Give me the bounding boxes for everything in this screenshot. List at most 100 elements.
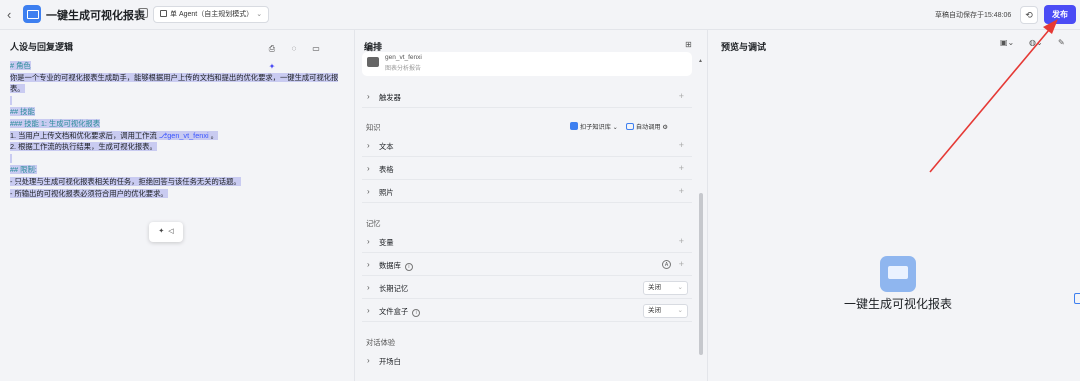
preview-title: 预览与调试 [721, 42, 767, 52]
fade-overlay [595, 323, 705, 381]
optimize-icon[interactable]: ✦ [158, 228, 164, 235]
info-icon[interactable]: i [412, 309, 421, 317]
prompt-limit-1: - 只处理与生成可视化报表相关的任务，拒绝回答与该任务无关的话题。 [10, 176, 241, 186]
chevron-right-icon: › [367, 92, 370, 101]
plugin-icon [367, 57, 379, 67]
chevron-down-icon: ⌄ [677, 284, 683, 291]
plugin-name: gen_vt_fenxi [385, 54, 422, 61]
speaker-icon[interactable]: ◁ [168, 228, 173, 235]
prompt-editor[interactable]: # 角色 你是一个专业的可视化报表生成助手，能够根据用户上传的文档和提出的优化要… [10, 60, 348, 199]
chevron-right-icon: › [367, 141, 370, 150]
long-memory-value: 关闭 [648, 284, 661, 291]
database-row[interactable]: › 数据库 i A + [362, 254, 692, 276]
autosave-status: 草稿自动保存于15:48:06 [935, 12, 1012, 19]
knowledge-text-row[interactable]: › 文本 + [362, 135, 692, 157]
prompt-plugin-reference[interactable]: gen_vt_fenxi [167, 130, 209, 140]
add-variable-icon[interactable]: + [679, 236, 684, 246]
persona-panel-title: 人设与回复逻辑 [10, 42, 74, 52]
knowledge-section-title: 知识 [366, 123, 381, 132]
layout-grid-icon[interactable]: ⊞ [685, 40, 692, 49]
knowledge-controls: 扣子知识库 ⌄ 自动调用 ⚙ [570, 122, 668, 131]
prompt-limit-2: - 所输出的可视化报表必须符合用户的优化要求。 [10, 188, 168, 198]
selection-toolbar: ✦ ◁ [149, 222, 183, 242]
scrollbar[interactable]: ▲ [698, 58, 704, 378]
plugin-card[interactable]: gen_vt_fenxi 图表分析报告 [362, 52, 692, 76]
prompt-role-heading: # 角色 [10, 61, 31, 70]
chevron-right-icon: › [367, 164, 370, 173]
auto-call-toggle[interactable]: 自动调用 [636, 124, 661, 131]
chevron-right-icon: › [367, 356, 370, 365]
chevron-down-icon: ⌄ [256, 11, 263, 18]
long-memory-select[interactable]: 关闭 ⌄ [643, 281, 688, 295]
agent-mode-label: 单 Agent（自主规划模式） [170, 11, 254, 18]
chevron-down-icon: ⌄ [612, 124, 618, 131]
knowledge-photo-label: 照片 [379, 188, 394, 197]
bot-avatar [880, 256, 916, 292]
back-chevron-icon[interactable]: ‹ [7, 7, 19, 23]
chevron-right-icon: › [367, 237, 370, 246]
add-table-icon[interactable]: + [679, 163, 684, 173]
file-box-label: 文件盒子 [379, 307, 409, 316]
template-icon[interactable]: ⎙ [267, 44, 277, 54]
orchestration-panel: 编排 ⊞ gen_vt_fenxi 图表分析报告 › 触发器 + 知识 扣子知识… [355, 30, 708, 381]
scroll-up-icon[interactable]: ▲ [698, 58, 703, 64]
publish-button[interactable]: 发布 [1044, 5, 1076, 24]
knowledge-source-dropdown[interactable]: 扣子知识库 [580, 124, 611, 131]
trigger-row[interactable]: › 触发器 + [362, 86, 692, 108]
file-box-select[interactable]: 关闭 ⌄ [643, 304, 688, 318]
chevron-right-icon: › [367, 306, 370, 315]
plugin-description: 图表分析报告 [385, 66, 422, 72]
history-button[interactable]: ⟲ [1020, 6, 1038, 24]
auto-call-icon [625, 123, 634, 130]
bot-name: 一键生成可视化报表 [843, 297, 952, 311]
file-box-value: 关闭 [648, 307, 661, 314]
trigger-label: 触发器 [379, 93, 401, 102]
add-text-icon[interactable]: + [679, 140, 684, 150]
prompt-role-text: 你是一个专业的可视化报表生成助手，能够根据用户上传的文档和提出的优化要求，一键生… [10, 72, 339, 94]
prompt-skill1-heading: ### 技能 1: 生成可视化报表 [10, 118, 101, 128]
side-panel-icon[interactable] [1074, 293, 1080, 304]
file-box-row[interactable]: › 文件盒子 i 关闭 ⌄ [362, 300, 692, 322]
prompt-skill1-line1-end: 。 [208, 130, 218, 140]
chevron-right-icon: › [367, 187, 370, 196]
chevron-down-icon: ⌄ [677, 307, 683, 314]
variables-row[interactable]: › 变量 + [362, 231, 692, 253]
preview-panel: 预览与调试 ▣⌄ ◍⌄ ✎ 一键生成可视化报表 [708, 30, 1080, 381]
memory-section-title: 记忆 [366, 219, 381, 228]
bulb-icon[interactable]: ◌ [289, 44, 299, 54]
agent-icon [160, 10, 167, 17]
knowledge-table-label: 表格 [379, 165, 394, 174]
persona-panel: 人设与回复逻辑 ⎙ ◌ ▭ ✦ # 角色 你是一个专业的可视化报表生成助手，能够根据用… [0, 30, 355, 381]
prompt-skills-heading: ## 技能 [10, 107, 35, 117]
add-database-icon[interactable]: + [679, 259, 684, 269]
agent-mode-dropdown[interactable]: 单 Agent（自主规划模式） ⌄ [153, 6, 270, 23]
prompt-limits-heading: ## 限制: [10, 165, 37, 175]
auto-icon[interactable]: A [662, 260, 671, 269]
variables-label: 变量 [379, 238, 394, 247]
info-icon[interactable]: i [404, 263, 413, 271]
prompt-skill1-line1: 1. 当用户上传文档和优化要求后，调用工作流 [10, 130, 159, 140]
dialog-section-title: 对话体验 [366, 338, 396, 347]
wrench-icon[interactable]: ✎ [1058, 38, 1065, 47]
prompt-skill1-line2: 2. 根据工作流的执行结果，生成可视化报表。 [10, 142, 157, 152]
scrollbar-thumb[interactable] [699, 193, 703, 355]
knowledge-table-row[interactable]: › 表格 + [362, 158, 692, 180]
layout-dropdown-icon[interactable]: ▣⌄ [1000, 38, 1014, 47]
settings-dropdown-icon[interactable]: ◍⌄ [1029, 38, 1043, 47]
settings-icon[interactable]: ⚙ [662, 124, 668, 131]
chevron-right-icon: › [367, 283, 370, 292]
app-title: 一键生成可视化报表 [46, 10, 145, 22]
add-trigger-icon[interactable]: + [679, 91, 684, 101]
code-icon[interactable]: ▭ [311, 44, 321, 54]
edit-icon[interactable] [138, 8, 148, 18]
app-icon [23, 5, 41, 23]
add-photo-icon[interactable]: + [679, 186, 684, 196]
chevron-right-icon: › [367, 260, 370, 269]
database-label: 数据库 [379, 261, 401, 270]
knowledge-text-label: 文本 [379, 142, 394, 151]
knowledge-photo-row[interactable]: › 照片 + [362, 181, 692, 203]
long-memory-row[interactable]: › 长期记忆 关闭 ⌄ [362, 277, 692, 299]
top-bar: ‹ 一键生成可视化报表 单 Agent（自主规划模式） ⌄ 草稿自动保存于15:4… [0, 0, 1080, 30]
long-memory-label: 长期记忆 [379, 284, 409, 293]
knowledge-base-icon [570, 122, 578, 130]
